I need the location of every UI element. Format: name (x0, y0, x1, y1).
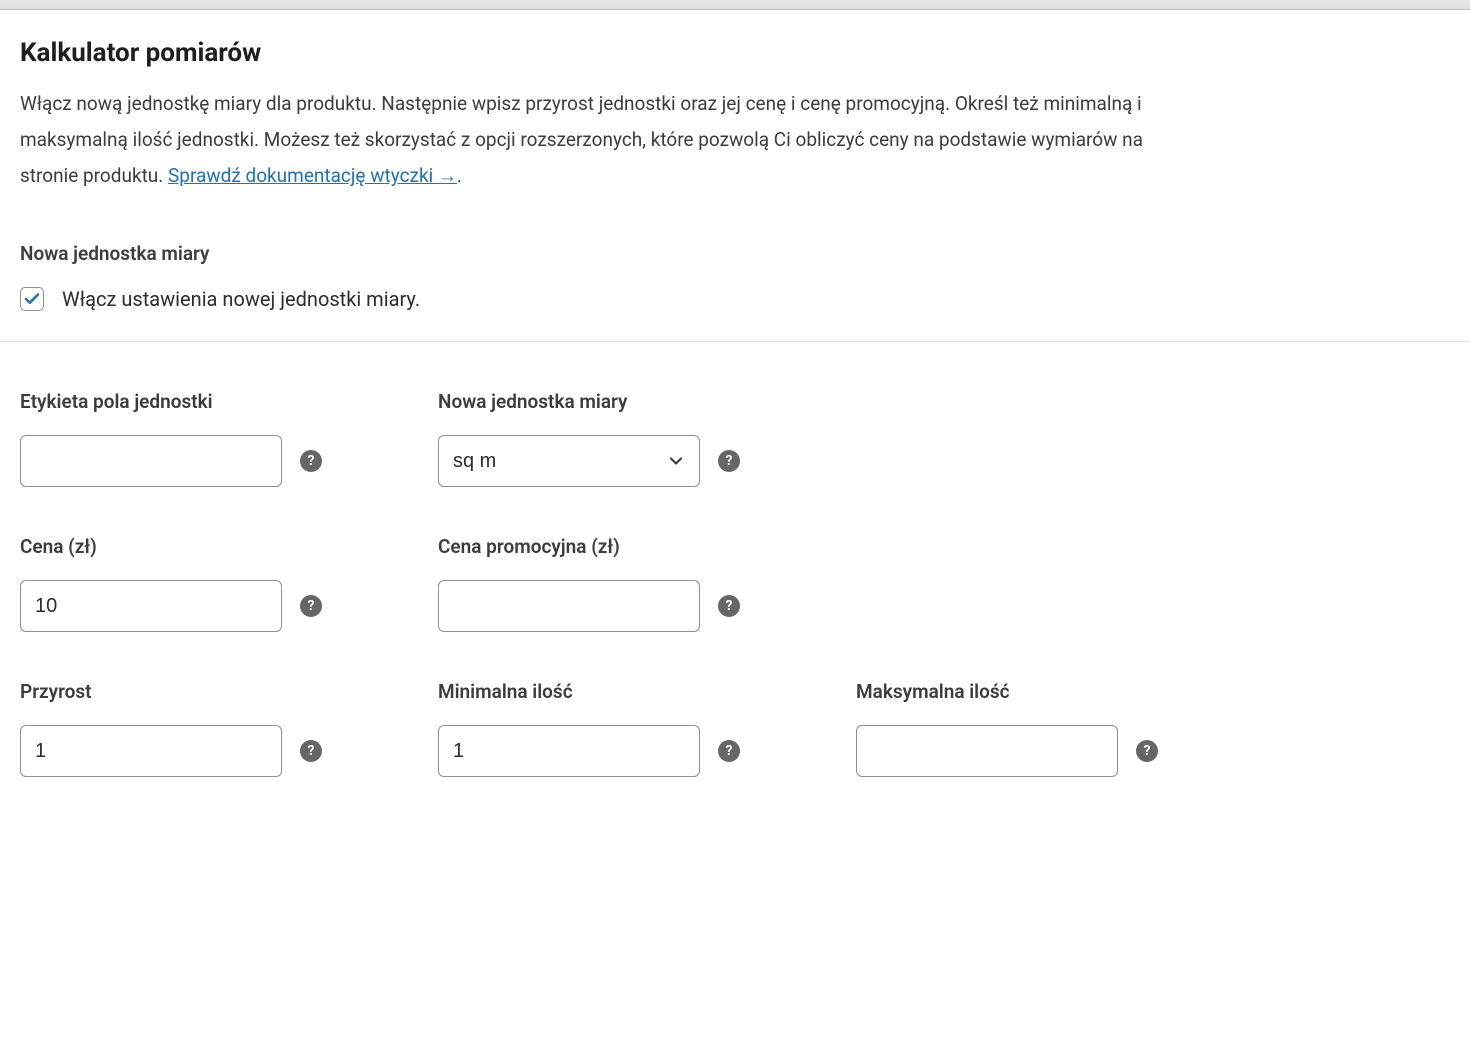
enable-section-label: Nowa jednostka miary (20, 242, 1450, 265)
min-qty-input[interactable] (438, 725, 700, 777)
max-qty-input[interactable] (856, 725, 1118, 777)
help-icon[interactable]: ? (718, 450, 740, 472)
help-icon[interactable]: ? (300, 450, 322, 472)
field-unit-select: Nowa jednostka miary sq m ? (438, 390, 856, 487)
form-row-3: Przyrost ? Minimalna ilość ? Maksymalna … (20, 680, 1450, 777)
field-unit-label: Etykieta pola jednostki ? (20, 390, 438, 487)
field-max-qty: Maksymalna ilość ? (856, 680, 1274, 777)
description-period: . (457, 164, 462, 187)
help-icon[interactable]: ? (1136, 740, 1158, 762)
price-label: Cena (zł) (20, 535, 438, 558)
field-price: Cena (zł) ? (20, 535, 438, 632)
field-min-qty: Minimalna ilość ? (438, 680, 856, 777)
field-sale-price: Cena promocyjna (zł) ? (438, 535, 856, 632)
price-input[interactable] (20, 580, 282, 632)
help-icon[interactable]: ? (718, 595, 740, 617)
check-icon (23, 290, 41, 308)
documentation-link[interactable]: Sprawdź dokumentację wtyczki → (168, 164, 457, 187)
unit-label-label: Etykieta pola jednostki (20, 390, 438, 413)
form-section: Etykieta pola jednostki ? Nowa jednostka… (20, 342, 1450, 777)
unit-select[interactable]: sq m (438, 435, 700, 487)
enable-checkbox[interactable] (20, 287, 44, 311)
field-increment: Przyrost ? (20, 680, 438, 777)
help-icon[interactable]: ? (718, 740, 740, 762)
increment-input[interactable] (20, 725, 282, 777)
sale-price-label: Cena promocyjna (zł) (438, 535, 856, 558)
increment-label: Przyrost (20, 680, 438, 703)
form-row-1: Etykieta pola jednostki ? Nowa jednostka… (20, 390, 1450, 487)
calculator-panel: Kalkulator pomiarów Włącz nową jednostkę… (0, 10, 1470, 845)
unit-select-label: Nowa jednostka miary (438, 390, 856, 413)
max-qty-label: Maksymalna ilość (856, 680, 1274, 703)
sale-price-input[interactable] (438, 580, 700, 632)
min-qty-label: Minimalna ilość (438, 680, 856, 703)
help-icon[interactable]: ? (300, 595, 322, 617)
window-top-bar (0, 0, 1470, 10)
help-icon[interactable]: ? (300, 740, 322, 762)
page-title: Kalkulator pomiarów (20, 38, 1450, 68)
form-row-2: Cena (zł) ? Cena promocyjna (zł) ? (20, 535, 1450, 632)
description: Włącz nową jednostkę miary dla produktu.… (20, 86, 1200, 194)
enable-checkbox-row: Włącz ustawienia nowej jednostki miary. (20, 287, 1450, 311)
unit-label-input[interactable] (20, 435, 282, 487)
enable-checkbox-label: Włącz ustawienia nowej jednostki miary. (62, 287, 420, 311)
